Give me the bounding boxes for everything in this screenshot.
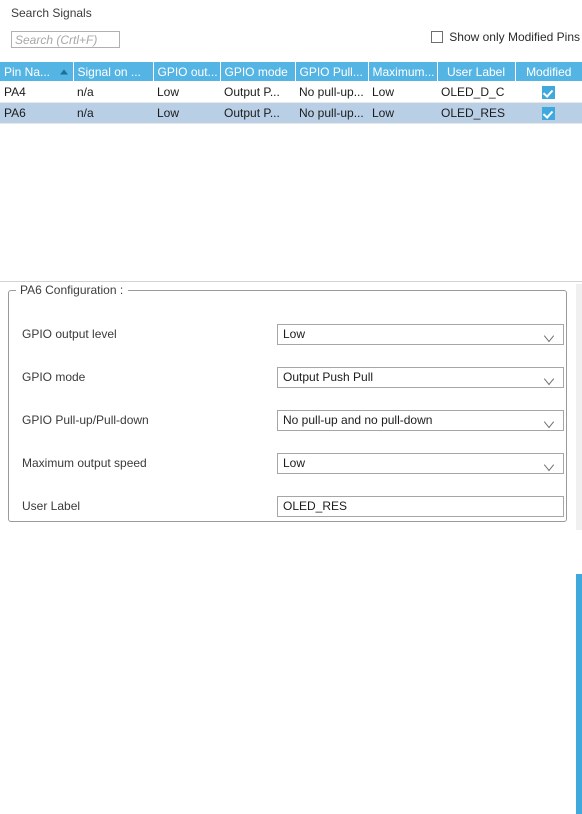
- cell-gpio-pull: No pull-up...: [295, 102, 368, 124]
- cell-user-label: OLED_D_C: [437, 81, 515, 103]
- cell-maximum-speed: Low: [368, 102, 437, 124]
- show-only-modified-pins-label: Show only Modified Pins: [449, 30, 580, 44]
- modified-checkmark-icon: [542, 107, 555, 121]
- chevron-down-icon: [545, 332, 554, 337]
- search-signals-label: Search Signals: [11, 6, 92, 20]
- dropdown-gpio-pull-up-pull-down[interactable]: No pull-up and no pull-down: [277, 410, 564, 431]
- cell-gpio-mode: Output P...: [220, 81, 295, 103]
- config-row-gpio-output-level: GPIO output level Low: [9, 324, 566, 345]
- chevron-down-icon: [545, 375, 554, 380]
- dropdown-maximum-output-speed-value: Low: [283, 456, 306, 470]
- modified-checkmark-icon: [542, 86, 555, 100]
- cell-pin-name: PA6: [0, 102, 73, 124]
- dropdown-gpio-mode-value: Output Push Pull: [283, 370, 374, 384]
- pin-configuration-group: GPIO output level Low GPIO mode Output P…: [8, 290, 567, 522]
- label-gpio-pull-up-pull-down: GPIO Pull-up/Pull-down: [22, 413, 149, 427]
- cell-modified[interactable]: [515, 81, 582, 103]
- chevron-down-icon: [545, 461, 554, 466]
- table-row[interactable]: PA6 n/a Low Output P... No pull-up... Lo…: [0, 102, 582, 124]
- input-user-label[interactable]: OLED_RES: [277, 496, 564, 517]
- panel-divider: [0, 281, 582, 282]
- dropdown-maximum-output-speed[interactable]: Low: [277, 453, 564, 474]
- column-header-modified[interactable]: Modified: [515, 62, 582, 82]
- config-row-maximum-output-speed: Maximum output speed Low: [9, 453, 566, 474]
- search-toolbar: Search Signals Show only Modified Pins: [0, 0, 582, 62]
- chevron-down-icon: [545, 418, 554, 423]
- config-row-gpio-pull: GPIO Pull-up/Pull-down No pull-up and no…: [9, 410, 566, 431]
- label-user-label: User Label: [22, 499, 81, 513]
- search-input[interactable]: [11, 31, 120, 48]
- cell-gpio-output-level: Low: [153, 81, 220, 103]
- vertical-scrollbar-track[interactable]: [576, 284, 582, 814]
- table-header-row: Pin Na... Signal on ... GPIO out... GPIO…: [0, 62, 582, 82]
- pin-configuration-table[interactable]: Pin Na... Signal on ... GPIO out... GPIO…: [0, 62, 582, 124]
- dropdown-gpio-output-level-value: Low: [283, 327, 306, 341]
- column-header-pin-name[interactable]: Pin Na...: [0, 62, 74, 82]
- label-gpio-output-level: GPIO output level: [22, 327, 117, 341]
- dropdown-gpio-mode[interactable]: Output Push Pull: [277, 367, 564, 388]
- cell-signal-on-pin: n/a: [73, 81, 153, 103]
- sort-ascending-icon: [59, 69, 68, 74]
- cell-gpio-output-level: Low: [153, 102, 220, 124]
- column-header-user-label[interactable]: User Label: [437, 62, 516, 82]
- cell-gpio-pull: No pull-up...: [295, 81, 368, 103]
- cell-user-label: OLED_RES: [437, 102, 515, 124]
- config-row-gpio-mode: GPIO mode Output Push Pull: [9, 367, 566, 388]
- cell-pin-name: PA4: [0, 81, 73, 103]
- column-header-gpio-pull[interactable]: GPIO Pull...: [295, 62, 369, 82]
- table-row[interactable]: PA4 n/a Low Output P... No pull-up... Lo…: [0, 81, 582, 103]
- show-only-modified-pins-checkbox-row[interactable]: Show only Modified Pins: [431, 30, 580, 44]
- column-header-pin-name-label: Pin Na...: [4, 64, 51, 79]
- cell-maximum-speed: Low: [368, 81, 437, 103]
- input-user-label-value: OLED_RES: [283, 499, 348, 513]
- column-header-maximum-speed[interactable]: Maximum...: [368, 62, 438, 82]
- config-row-user-label: User Label OLED_RES: [9, 496, 566, 517]
- cell-signal-on-pin: n/a: [73, 102, 153, 124]
- cell-modified[interactable]: [515, 102, 582, 124]
- vertical-scrollbar-thumb[interactable]: [576, 574, 582, 814]
- dropdown-gpio-output-level[interactable]: Low: [277, 324, 564, 345]
- label-gpio-mode: GPIO mode: [22, 370, 86, 384]
- column-header-signal-on-pin[interactable]: Signal on ...: [73, 62, 154, 82]
- dropdown-gpio-pull-up-pull-down-value: No pull-up and no pull-down: [283, 413, 433, 427]
- show-only-modified-pins-checkbox[interactable]: [431, 31, 444, 43]
- cell-gpio-mode: Output P...: [220, 102, 295, 124]
- column-header-gpio-output-level[interactable]: GPIO out...: [153, 62, 221, 82]
- config-group-legend: PA6 Configuration :: [16, 283, 129, 297]
- column-header-gpio-mode[interactable]: GPIO mode: [220, 62, 296, 82]
- label-maximum-output-speed: Maximum output speed: [22, 456, 147, 470]
